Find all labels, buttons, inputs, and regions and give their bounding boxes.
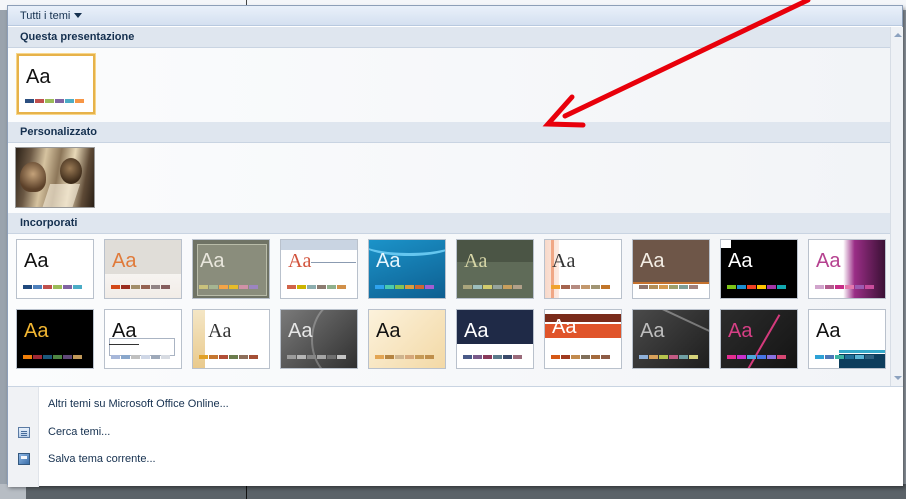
theme-thumb-builtin-11[interactable]: Aa <box>16 309 94 369</box>
caret-down-icon[interactable] <box>74 13 83 18</box>
theme-thumb-label: Aa <box>112 320 137 342</box>
background-window-bottom <box>0 484 906 499</box>
theme-thumb-builtin-1[interactable]: Aa <box>16 239 94 299</box>
theme-color-swatches <box>639 355 699 359</box>
themes-dropdown: Tutti i temi Questa presentazione Aa Per… <box>7 5 903 487</box>
theme-color-swatches <box>23 285 83 289</box>
theme-thumb-builtin-2[interactable]: Aa <box>104 239 182 299</box>
theme-thumb-label: Aa <box>552 316 577 338</box>
theme-color-swatches <box>375 285 435 289</box>
menu-item-label: Salva tema corrente... <box>48 453 156 465</box>
theme-thumb-label: Aa <box>464 250 488 272</box>
theme-color-swatches <box>551 355 611 359</box>
themes-gallery: Questa presentazione Aa Personalizzato I… <box>8 27 890 386</box>
theme-thumb-label: Aa <box>376 250 401 272</box>
scroll-down-arrow-icon[interactable] <box>894 376 902 380</box>
gallery-scrollbar[interactable] <box>890 27 903 386</box>
theme-color-swatches <box>727 355 787 359</box>
theme-thumb-label: Aa <box>288 320 313 342</box>
theme-thumb-label: Aa <box>640 250 665 272</box>
dropdown-title[interactable]: Tutti i temi <box>20 10 70 22</box>
section-header-this-presentation: Questa presentazione <box>8 27 890 48</box>
theme-thumb-label: Aa <box>640 320 665 342</box>
theme-thumb-builtin-8[interactable]: Aa <box>632 239 710 299</box>
theme-thumb-builtin-17[interactable]: Aa <box>544 309 622 369</box>
theme-color-swatches <box>639 285 699 289</box>
theme-color-swatches <box>23 355 83 359</box>
theme-thumb-builtin-16[interactable]: Aa <box>456 309 534 369</box>
theme-color-swatches <box>375 355 435 359</box>
theme-thumb-builtin-18[interactable]: Aa <box>632 309 710 369</box>
theme-thumb-builtin-9[interactable]: Aa <box>720 239 798 299</box>
theme-thumb-label: Aa <box>376 320 401 342</box>
theme-thumb-label: Aa <box>200 250 225 272</box>
theme-thumb-label: Aa <box>816 250 841 272</box>
menu-item-browse-themes[interactable]: Cerca temi... <box>8 419 903 445</box>
theme-color-swatches <box>199 355 259 359</box>
theme-thumb-custom-photo[interactable] <box>15 147 95 208</box>
theme-thumb-label: Aa <box>464 320 489 342</box>
section-header-custom: Personalizzato <box>8 122 890 143</box>
dropdown-header[interactable]: Tutti i temi <box>8 6 902 26</box>
theme-color-swatches <box>287 355 347 359</box>
theme-color-swatches <box>815 355 875 359</box>
background-divider-bottom <box>246 484 247 499</box>
theme-thumb-builtin-4[interactable]: Aa <box>280 239 358 299</box>
theme-thumb-label: Aa <box>24 320 49 342</box>
menu-item-more-themes-online[interactable]: Altri temi su Microsoft Office Online... <box>8 391 903 417</box>
theme-thumb-builtin-12[interactable]: Aa <box>104 309 182 369</box>
theme-color-swatches <box>815 285 875 289</box>
theme-thumb-builtin-15[interactable]: Aa <box>368 309 446 369</box>
theme-thumb-builtin-13[interactable]: Aa <box>192 309 270 369</box>
theme-color-swatches <box>111 285 171 289</box>
theme-thumb-builtin-7[interactable]: Aa <box>544 239 622 299</box>
theme-thumb-label: Aa <box>24 250 49 272</box>
menu-item-save-current-theme[interactable]: Salva tema corrente... <box>8 446 903 472</box>
theme-thumb-label: Aa <box>728 320 753 342</box>
menu-item-empty-icon <box>8 391 39 417</box>
theme-thumb-label: Aa <box>288 250 312 272</box>
theme-thumb-label: Aa <box>112 250 137 272</box>
theme-color-swatches <box>463 285 523 289</box>
theme-thumb-builtin-19[interactable]: Aa <box>720 309 798 369</box>
theme-thumb-label: Aa <box>816 320 841 342</box>
theme-thumb-builtin-6[interactable]: Aa <box>456 239 534 299</box>
themes-menu: Altri temi su Microsoft Office Online...… <box>8 386 903 487</box>
theme-thumb-builtin-5[interactable]: Aa <box>368 239 446 299</box>
save-icon <box>8 446 39 472</box>
theme-thumb-label: Aa <box>208 320 232 342</box>
menu-item-label: Altri temi su Microsoft Office Online... <box>48 398 229 410</box>
theme-thumb-label: Aa <box>728 250 753 272</box>
theme-color-swatches <box>199 285 259 289</box>
theme-color-swatches <box>463 355 523 359</box>
section-header-builtin: Incorporati <box>8 213 890 234</box>
theme-color-swatches <box>287 285 347 289</box>
theme-thumb-builtin-3[interactable]: Aa <box>192 239 270 299</box>
theme-thumb-label: Aa <box>552 250 576 272</box>
folder-icon <box>8 419 39 445</box>
theme-color-swatches <box>25 99 85 103</box>
theme-thumb-builtin-14[interactable]: Aa <box>280 309 358 369</box>
scroll-up-arrow-icon[interactable] <box>894 33 902 37</box>
theme-thumb-label: Aa <box>26 66 51 88</box>
theme-thumb-builtin-10[interactable]: Aa <box>808 239 886 299</box>
theme-color-swatches <box>111 355 171 359</box>
theme-thumb-current[interactable]: Aa <box>17 54 95 114</box>
theme-color-swatches <box>727 285 787 289</box>
theme-color-swatches <box>551 285 611 289</box>
theme-thumb-builtin-20[interactable]: Aa <box>808 309 886 369</box>
menu-item-label: Cerca temi... <box>48 426 111 438</box>
